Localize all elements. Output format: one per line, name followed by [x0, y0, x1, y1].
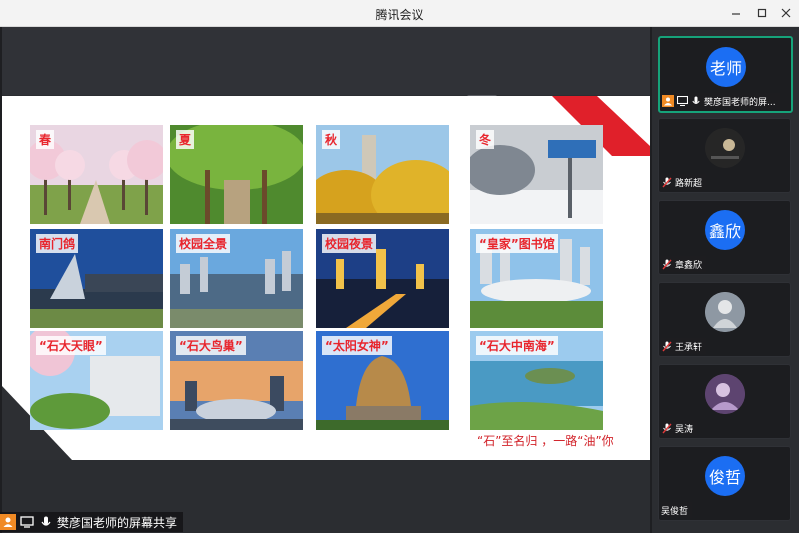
microphone-icon [690, 95, 702, 107]
screen-share-icon [676, 95, 688, 107]
photo-tile-campus-night: 校园夜景 [316, 229, 449, 328]
tile-caption: 校园夜景 [322, 234, 377, 253]
avatar: 老师 [706, 47, 746, 87]
photo-tile-campus-panorama: 校园全景 [170, 229, 303, 328]
participant-card[interactable]: 鑫欣 章鑫欣 [658, 200, 791, 275]
tile-caption: 夏 [176, 130, 195, 149]
participant-namebar: 章鑫欣 [661, 256, 707, 272]
participant-panel: 老师 樊彦国老师的屏... 路新超 鑫欣 章鑫欣 王承轩 吴涛 俊哲 吴俊哲 [652, 27, 799, 533]
photo-tile-library: “皇家”图书馆 [470, 229, 603, 328]
host-icon [0, 514, 16, 530]
microphone-icon [38, 514, 54, 530]
avatar: 俊哲 [705, 456, 745, 496]
participant-name: 章鑫欣 [675, 260, 703, 271]
mic-muted-icon [661, 340, 673, 352]
participant-namebar: 吴涛 [661, 420, 698, 436]
slide-slogan: “石”至名归 ，一路“油”你 [477, 434, 614, 448]
photo-tile-spring: 春 [30, 125, 163, 224]
participant-card[interactable]: 吴涛 [658, 364, 791, 439]
participant-card[interactable]: 老师 樊彦国老师的屏... [658, 36, 793, 113]
tile-caption: “皇家”图书馆 [476, 234, 558, 253]
photo-tile-stadium: “石大鸟巢” [170, 331, 303, 430]
avatar-photo-icon [705, 374, 745, 414]
tile-caption: 南门鸽 [36, 234, 79, 253]
mic-muted-icon [661, 258, 673, 270]
photo-tile-autumn: 秋 [316, 125, 449, 224]
host-icon [662, 95, 674, 107]
participant-name: 吴俊哲 [661, 506, 689, 517]
participant-namebar: 路新超 [661, 174, 707, 190]
participant-namebar: 王承轩 [661, 338, 707, 354]
close-icon[interactable] [776, 4, 796, 22]
maximize-icon[interactable] [752, 4, 772, 22]
avatar [705, 128, 745, 168]
avatar [705, 292, 745, 332]
share-top-area [2, 27, 650, 95]
tile-caption: 秋 [322, 130, 341, 149]
mic-muted-icon [661, 422, 673, 434]
screen-share-icon [19, 514, 35, 530]
participant-name: 樊彦国老师的屏... [704, 97, 776, 108]
tile-caption: “石大天眼” [36, 336, 106, 355]
participant-card[interactable]: 路新超 [658, 118, 791, 193]
participant-card[interactable]: 王承轩 [658, 282, 791, 357]
tile-caption: “太阳女神” [322, 336, 392, 355]
avatar-photo-icon [705, 292, 745, 332]
photo-tile-building-blossom: “石大天眼” [30, 331, 163, 430]
share-status-bar: 樊彦国老师的屏幕共享 [0, 512, 184, 532]
participant-namebar: 吴俊哲 [661, 502, 693, 518]
mic-muted-icon [661, 176, 673, 188]
photo-tile-sun-goddess: “太阳女神” [316, 331, 449, 430]
avatar: 鑫欣 [705, 210, 745, 250]
photo-tile-lake: “石大中南海” [470, 331, 603, 430]
tile-caption: “石大中南海” [476, 336, 558, 355]
participant-namebar: 樊彦国老师的屏... [662, 93, 780, 109]
participant-card[interactable]: 俊哲 吴俊哲 [658, 446, 791, 521]
window-title: 腾讯会议 [375, 8, 424, 22]
photo-tile-summer: 夏 [170, 125, 303, 224]
participant-name: 吴涛 [675, 424, 694, 435]
avatar [705, 374, 745, 414]
avatar-photo-icon [705, 128, 745, 168]
photo-tile-south-gate: 南门鸽 [30, 229, 163, 328]
photo-tile-winter: 冬 [470, 125, 603, 224]
shared-slide: 春 夏 秋 冬 南门鸽 校园全景 校园夜景 “皇家”图书馆 “石大天眼” “石大… [2, 96, 650, 460]
title-bar: 腾讯会议 [0, 0, 799, 27]
tile-caption: 校园全景 [176, 234, 231, 253]
minimize-icon[interactable] [726, 4, 746, 22]
participant-name: 王承轩 [675, 342, 703, 353]
tile-caption: 春 [36, 130, 55, 149]
participant-name: 路新超 [675, 178, 703, 189]
tile-caption: “石大鸟巢” [176, 336, 246, 355]
share-status-label: 樊彦国老师的屏幕共享 [57, 515, 178, 530]
tile-caption: 冬 [476, 130, 495, 149]
